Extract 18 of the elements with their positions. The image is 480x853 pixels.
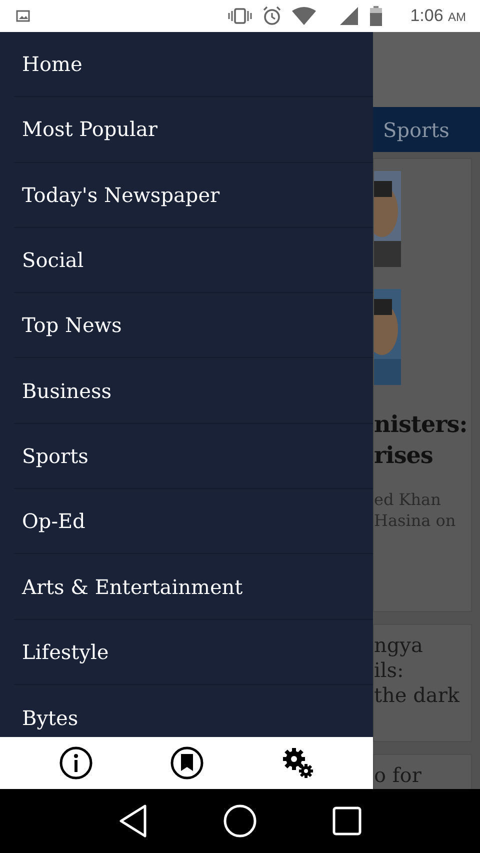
wifi-icon xyxy=(292,7,316,25)
clock-time: 1:06 AM xyxy=(410,6,466,26)
bookmark-icon[interactable] xyxy=(170,746,204,780)
battery-icon xyxy=(370,6,382,26)
menu-item[interactable]: Bytes xyxy=(14,684,373,737)
category-tab[interactable]: Sports xyxy=(373,118,450,142)
recents-icon[interactable] xyxy=(332,806,362,836)
image-icon xyxy=(16,10,30,22)
headline: o for xyxy=(374,763,422,788)
headline: nisters: rises xyxy=(374,410,465,471)
home-icon[interactable] xyxy=(222,804,257,838)
headline: ngya ils: the dark xyxy=(374,633,461,708)
info-icon[interactable] xyxy=(58,746,92,780)
vibrate-icon xyxy=(228,8,252,24)
back-icon[interactable] xyxy=(118,804,148,838)
signal-icon xyxy=(340,7,360,25)
alarm-icon xyxy=(262,6,282,26)
settings-icon[interactable] xyxy=(280,746,314,780)
